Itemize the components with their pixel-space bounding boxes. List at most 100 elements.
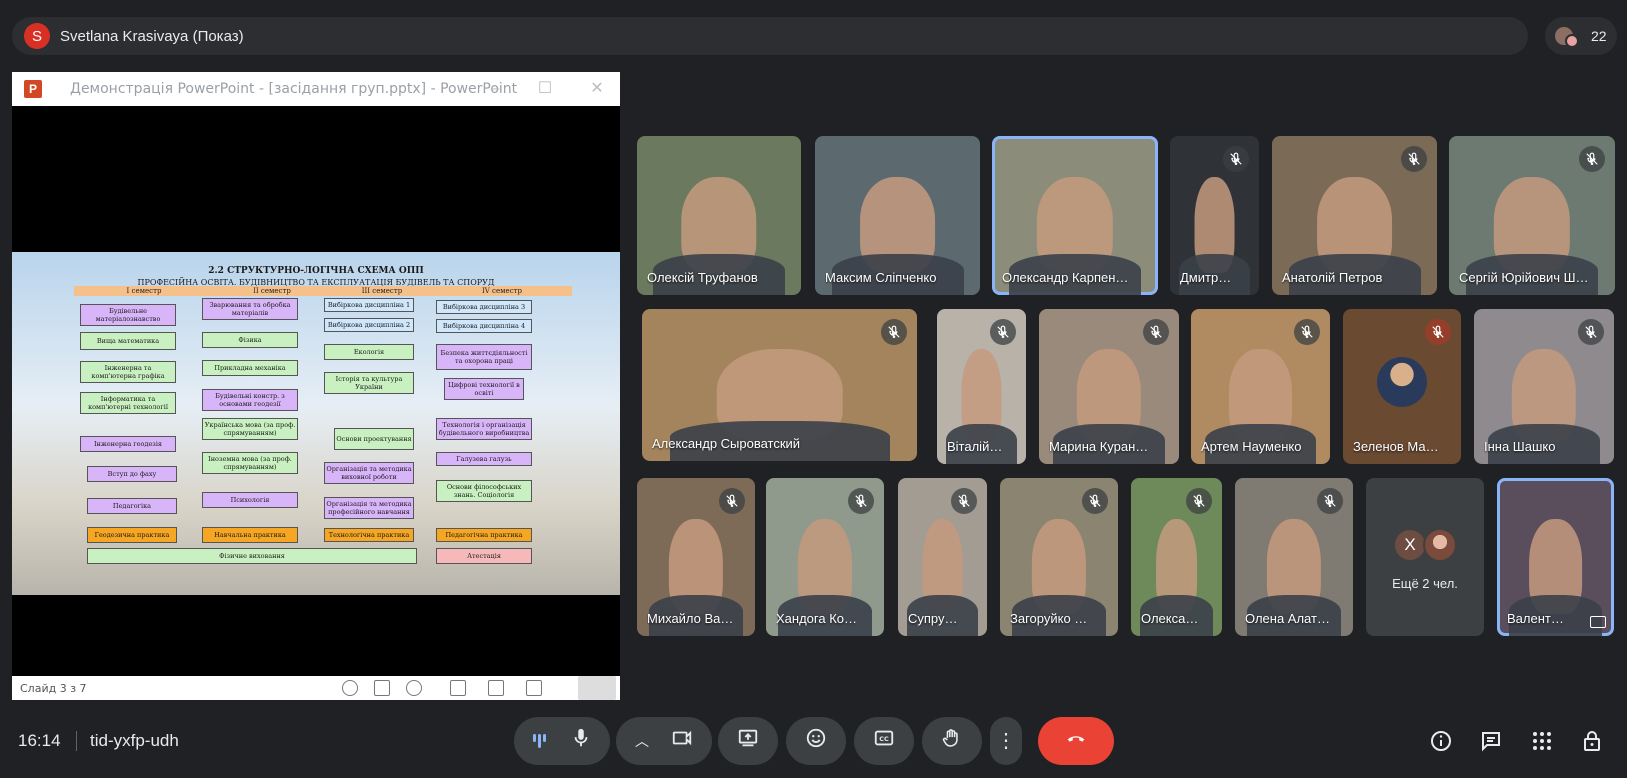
participant-tile[interactable]: Сергій Юрійович Ш… xyxy=(1449,136,1615,295)
emoji-button[interactable] xyxy=(786,717,846,765)
participants-button[interactable]: 22 xyxy=(1545,17,1617,55)
slide-box: Прикладна механіка xyxy=(202,360,298,376)
reading-view-icon[interactable] xyxy=(526,680,542,696)
slide-box: Основи проектування xyxy=(334,428,414,450)
slide-box: Навчальна практика xyxy=(202,527,298,543)
chevron-up-icon[interactable]: ︿ xyxy=(635,731,649,751)
more-participants-tile[interactable]: X Ещё 2 чел. xyxy=(1366,478,1484,636)
participant-name: Олена Алат… xyxy=(1245,611,1330,626)
participant-name: Олекса… xyxy=(1141,611,1199,626)
participant-tile[interactable]: Олексій Труфанов xyxy=(637,136,801,295)
slide-box: Історія та культура України xyxy=(324,372,414,394)
camera-icon[interactable] xyxy=(671,727,693,755)
participant-tile[interactable]: Анатолій Петров xyxy=(1272,136,1437,295)
mic-off-icon xyxy=(1143,319,1169,345)
powerpoint-icon: P xyxy=(24,80,42,98)
participant-name: Сергій Юрійович Ш… xyxy=(1459,270,1589,285)
participant-name: Хандога Ко… xyxy=(776,611,857,626)
slide-title: 2.2 СТРУКТУРНО-ЛОГІЧНА СХЕМА ОПП xyxy=(208,266,424,276)
next-slide-icon[interactable] xyxy=(406,680,422,696)
slide-box: Геодезична практика xyxy=(87,527,177,543)
semester-header: III семестр xyxy=(322,286,442,296)
raise-hand-icon xyxy=(941,727,963,755)
slide-box: Будівельне матеріалознавство xyxy=(80,304,176,326)
apps-icon[interactable] xyxy=(1528,727,1556,755)
participant-tile[interactable]: Олена Алат… xyxy=(1235,478,1353,636)
participant-tile[interactable]: Александр Сыроватский xyxy=(642,309,917,461)
slide-box: Основи філософських знань. Соціологія xyxy=(436,480,532,502)
more-options-button[interactable]: ⋮ xyxy=(990,717,1022,765)
participant-name: Дмитр… xyxy=(1180,270,1232,285)
slide-box: Вибіркова дисципліна 3 xyxy=(436,300,532,314)
participant-tile[interactable]: Максим Сліпченко xyxy=(815,136,980,295)
raise-hand-button[interactable] xyxy=(922,717,982,765)
mic-off-icon xyxy=(990,319,1016,345)
participant-tile[interactable]: Олександр Карпен… xyxy=(992,136,1158,295)
participant-tile[interactable]: Михайло Ва… xyxy=(637,478,755,636)
participant-name: Супру… xyxy=(908,611,958,626)
close-icon[interactable]: ✕ xyxy=(584,78,610,100)
slideshow-view-icon[interactable] xyxy=(578,676,616,700)
participant-tile[interactable]: Хандога Ко… xyxy=(766,478,884,636)
audio-level-icon xyxy=(532,734,546,748)
menu-icon[interactable] xyxy=(374,680,390,696)
slide-box: Вибіркова дисципліна 4 xyxy=(436,319,532,333)
participant-name: Анатолій Петров xyxy=(1282,270,1383,285)
slide-box: Педагогічна практика xyxy=(436,528,532,542)
participant-name: Зеленов Ма… xyxy=(1353,439,1439,454)
slide-box: Вступ до фаху xyxy=(87,466,177,482)
slide-box: Зварювання та обробка матеріалів xyxy=(202,298,298,320)
participant-name: Александр Сыроватский xyxy=(652,436,801,451)
camera-control[interactable]: ︿ xyxy=(616,717,712,765)
slide-box: Інформатика та комп'ютерні технології xyxy=(80,392,176,414)
captions-button[interactable]: CC xyxy=(854,717,914,765)
semester-header: II семестр xyxy=(202,286,342,296)
slide-sorter-icon[interactable] xyxy=(488,680,504,696)
participant-name: Михайло Ва… xyxy=(647,611,734,626)
mic-off-icon xyxy=(1579,146,1605,172)
host-controls-icon[interactable] xyxy=(1578,727,1606,755)
picture-in-picture-icon[interactable] xyxy=(1590,616,1606,628)
mic-control[interactable] xyxy=(514,717,610,765)
participant-tile[interactable]: Загоруйко … xyxy=(1000,478,1118,636)
powerpoint-status-bar: Слайд 3 з 7 xyxy=(12,676,620,700)
info-icon[interactable] xyxy=(1427,727,1455,755)
mic-off-icon xyxy=(1317,488,1343,514)
powerpoint-title-bar: P Демонстрація PowerPoint - [засідання г… xyxy=(12,72,620,106)
mic-off-icon xyxy=(1425,319,1451,345)
avatar xyxy=(1423,528,1457,562)
captions-icon: CC xyxy=(873,727,895,755)
maximize-icon[interactable]: ☐ xyxy=(532,78,558,100)
normal-view-icon[interactable] xyxy=(450,680,466,696)
slide-box: Технологічна практика xyxy=(324,528,414,542)
chat-icon[interactable] xyxy=(1477,727,1505,755)
participant-tile[interactable]: Дмитр… xyxy=(1170,136,1259,295)
divider xyxy=(76,731,77,751)
participant-name: Віталій… xyxy=(947,439,1003,454)
slide-box: Галузева галузь xyxy=(436,452,532,466)
mic-icon[interactable] xyxy=(570,727,592,755)
more-participants-label: Ещё 2 чел. xyxy=(1392,576,1458,591)
participant-tile[interactable]: Супру… xyxy=(898,478,987,636)
present-button[interactable] xyxy=(718,717,778,765)
participant-tile[interactable]: Валент… xyxy=(1497,478,1614,636)
avatar xyxy=(1377,356,1427,407)
clock: 16:14 xyxy=(18,731,61,750)
participant-tile[interactable]: Зеленов Ма… xyxy=(1343,309,1461,464)
participant-tile[interactable]: Марина Куран… xyxy=(1039,309,1179,464)
powerpoint-window: P Демонстрація PowerPoint - [засідання г… xyxy=(12,72,620,700)
svg-text:CC: CC xyxy=(879,735,889,743)
present-icon xyxy=(737,727,759,755)
participant-tile[interactable]: Віталій… xyxy=(937,309,1026,464)
slide-box: Організація та методика професійного нав… xyxy=(324,497,414,519)
participant-tile[interactable]: Інна Шашко xyxy=(1474,309,1614,464)
hangup-button[interactable] xyxy=(1038,717,1114,765)
participant-tile[interactable]: Олекса… xyxy=(1131,478,1222,636)
previous-slide-icon[interactable] xyxy=(342,680,358,696)
mic-off-icon xyxy=(1578,319,1604,345)
presenter-name: Svetlana Krasivaya (Показ) xyxy=(60,27,244,45)
semester-header: I семестр xyxy=(74,286,214,296)
participant-tile[interactable]: Артем Науменко xyxy=(1191,309,1330,464)
minimize-icon[interactable]: – xyxy=(482,78,508,100)
slide-box: Цифрові технології в освіті xyxy=(444,378,524,400)
